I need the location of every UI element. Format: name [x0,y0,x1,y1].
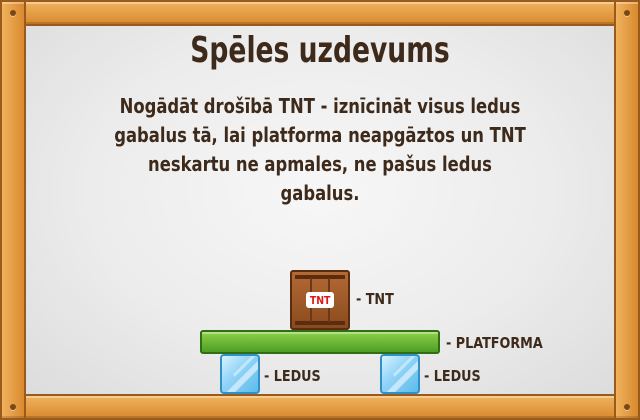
frame-nail-icon [10,404,16,410]
tnt-tag: TNT [306,292,334,308]
ice-block-icon [220,354,260,394]
frame-nail-icon [624,10,630,16]
platform-bar-icon [200,330,440,354]
crate-slat [295,275,345,279]
ice-legend-label: - LEDUS [264,367,321,385]
frame-bottom-beam [0,394,640,420]
tnt-legend-label: - TNT [356,290,394,308]
frame-left-beam [0,0,26,420]
task-description-line: neskartu ne apmales, ne pašus ledus gaba… [148,152,492,205]
ice-legend-label: - LEDUS [424,367,481,385]
tnt-crate-icon: TNT [290,270,350,330]
task-description-line: gabalus tā, lai platforma neapgāztos un … [114,123,526,147]
platform-legend-label: - PLATFORMA [446,334,543,352]
task-description-line: Nogādāt drošībā TNT - iznīcināt visus le… [119,94,521,118]
crate-slat [295,321,345,325]
frame-nail-icon [624,404,630,410]
page-title: Spēles uzdevums [190,30,450,71]
task-description: Nogādāt drošībā TNT - iznīcināt visus le… [107,92,533,208]
frame-right-beam [614,0,640,420]
frame-top-beam [0,0,640,26]
tnt-tag-text: TNT [309,293,331,307]
frame-nail-icon [10,10,16,16]
ice-block-icon [380,354,420,394]
